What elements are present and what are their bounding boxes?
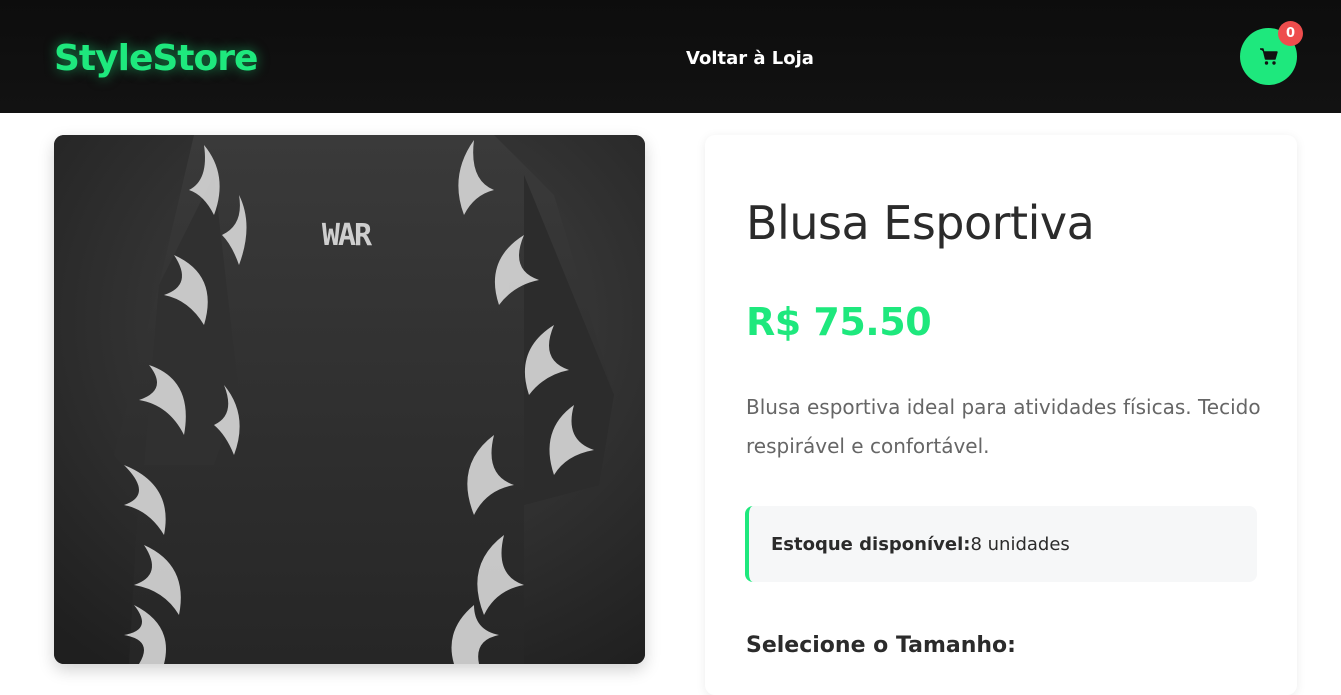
product-price: R$ 75.50 — [746, 300, 932, 344]
product-image: WAR — [54, 135, 645, 664]
shopping-cart-icon — [1259, 47, 1278, 65]
size-selection-heading: Selecione o Tamanho: — [746, 633, 1016, 658]
navbar: StyleStore Voltar à Loja 0 — [0, 0, 1341, 113]
product-description: Blusa esportiva ideal para atividades fí… — [746, 395, 1261, 458]
cart-count-badge: 0 — [1278, 21, 1303, 46]
back-to-store-link[interactable]: Voltar à Loja — [686, 48, 814, 69]
stock-value: 8 unidades — [970, 533, 1070, 555]
product-title: Blusa Esportiva — [746, 196, 1095, 250]
stock-label: Estoque disponível: — [771, 533, 971, 555]
stock-info: Estoque disponível: 8 unidades — [745, 506, 1257, 582]
svg-text:WAR: WAR — [322, 218, 373, 253]
store-logo[interactable]: StyleStore — [54, 38, 258, 79]
